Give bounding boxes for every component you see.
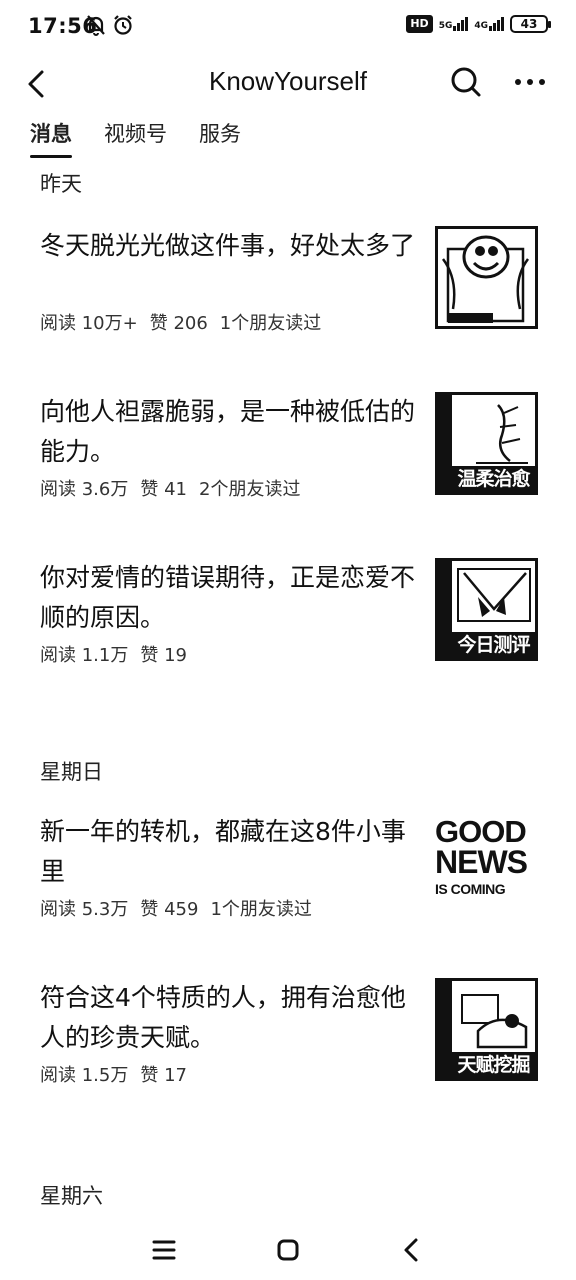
tab-messages[interactable]: 消息: [30, 118, 72, 158]
header-bar: KnowYourself: [0, 56, 576, 112]
good-news-graphic: GOOD NEWS IS COMING: [435, 812, 532, 909]
mute-bell-icon: [87, 15, 105, 36]
nav-back-button[interactable]: [392, 1230, 432, 1270]
article-thumbnail: [435, 226, 538, 329]
article-thumbnail: 天赋挖掘: [435, 978, 538, 1081]
section-date: 星期六: [40, 1184, 103, 1208]
like-count: 赞 206: [149, 313, 208, 334]
article-item[interactable]: 新一年的转机，都藏在这8件小事里 阅读 5.3万赞 459 1个朋友读过 GOOD…: [40, 812, 540, 942]
friends-read: 1个朋友读过: [219, 313, 322, 334]
status-bar: 17:56 HD 5G 4G 43: [0, 0, 576, 56]
friends-read: 1个朋友读过: [210, 899, 312, 920]
menu-icon: [152, 1240, 176, 1260]
cartoon-face-illustration: [441, 235, 530, 323]
thumbnail-caption: 温柔治愈: [452, 466, 535, 492]
signal-4g-icon: 4G: [474, 17, 504, 31]
battery-icon: 43: [510, 15, 551, 33]
search-button[interactable]: [446, 62, 486, 102]
article-title: 你对爱情的错误期待，正是恋爱不顺的原因。: [40, 563, 416, 632]
signal-5g-label: 5G: [438, 21, 453, 31]
signal-5g-icon: 5G: [439, 17, 469, 31]
article-title: 向他人袒露脆弱，是一种被低估的能力。: [40, 397, 416, 466]
like-count: 赞 17: [140, 1065, 187, 1086]
thumbnail-caption: 天赋挖掘: [452, 1052, 535, 1078]
search-icon: [451, 67, 481, 97]
home-icon: [277, 1239, 299, 1261]
status-right-icons: HD 5G 4G 43: [406, 15, 551, 33]
article-title: 冬天脱光光做这件事，好处太多了: [40, 231, 416, 260]
article-thumbnail: 今日测评: [435, 558, 538, 661]
article-title: 符合这4个特质的人，拥有治愈他人的珍贵天赋。: [40, 983, 406, 1052]
back-icon: [404, 1238, 418, 1262]
system-nav-bar: [0, 1220, 576, 1280]
page-title: KnowYourself: [208, 66, 368, 96]
article-meta: 阅读 3.6万赞 41 2个朋友读过: [40, 475, 312, 501]
like-count: 赞 41: [140, 479, 187, 500]
article-item[interactable]: 符合这4个特质的人，拥有治愈他人的珍贵天赋。 阅读 1.5万赞 17 天赋挖掘: [40, 978, 540, 1108]
read-count: 阅读 5.3万: [40, 899, 129, 920]
article-thumbnail: GOOD NEWS IS COMING: [435, 812, 538, 915]
good-news-line-3: IS COMING: [435, 881, 506, 897]
alarm-icon: [114, 15, 132, 35]
like-count: 赞 459: [140, 899, 199, 920]
good-news-line-2: NEWS: [435, 844, 528, 880]
article-title: 新一年的转机，都藏在这8件小事里: [40, 817, 406, 886]
more-button[interactable]: [510, 62, 550, 102]
read-count: 阅读 10万+: [40, 313, 138, 334]
article-item[interactable]: 冬天脱光光做这件事，好处太多了 阅读 10万+ 赞 206 1个朋友读过: [40, 226, 540, 356]
section-date: 星期日: [40, 760, 103, 784]
read-count: 阅读 1.5万: [40, 1065, 129, 1086]
article-meta: 阅读 1.5万赞 17: [40, 1061, 211, 1087]
tab-bar: 消息 视频号 服务: [30, 118, 241, 158]
nav-home-button[interactable]: [268, 1230, 308, 1270]
status-left-icons: [86, 14, 134, 36]
friends-read: 2个朋友读过: [199, 479, 301, 500]
article-thumbnail: 温柔治愈: [435, 392, 538, 495]
tab-services[interactable]: 服务: [199, 118, 241, 156]
hd-badge: HD: [406, 15, 433, 33]
tab-channels[interactable]: 视频号: [104, 118, 167, 156]
like-count: 赞 19: [140, 645, 187, 666]
read-count: 阅读 3.6万: [40, 479, 129, 500]
thumbnail-caption: 今日测评: [452, 632, 535, 658]
article-meta: 阅读 1.1万赞 19: [40, 641, 211, 667]
read-count: 阅读 1.1万: [40, 645, 129, 666]
article-item[interactable]: 你对爱情的错误期待，正是恋爱不顺的原因。 阅读 1.1万赞 19 今日测评: [40, 558, 540, 688]
signal-4g-label: 4G: [474, 21, 488, 31]
article-meta: 阅读 5.3万赞 459 1个朋友读过: [40, 895, 324, 921]
article-meta: 阅读 10万+ 赞 206 1个朋友读过: [40, 309, 333, 335]
article-item[interactable]: 向他人袒露脆弱，是一种被低估的能力。 阅读 3.6万赞 41 2个朋友读过 温柔治…: [40, 392, 540, 522]
more-icon: [515, 79, 545, 85]
section-date: 昨天: [40, 172, 82, 196]
nav-menu-button[interactable]: [144, 1230, 184, 1270]
